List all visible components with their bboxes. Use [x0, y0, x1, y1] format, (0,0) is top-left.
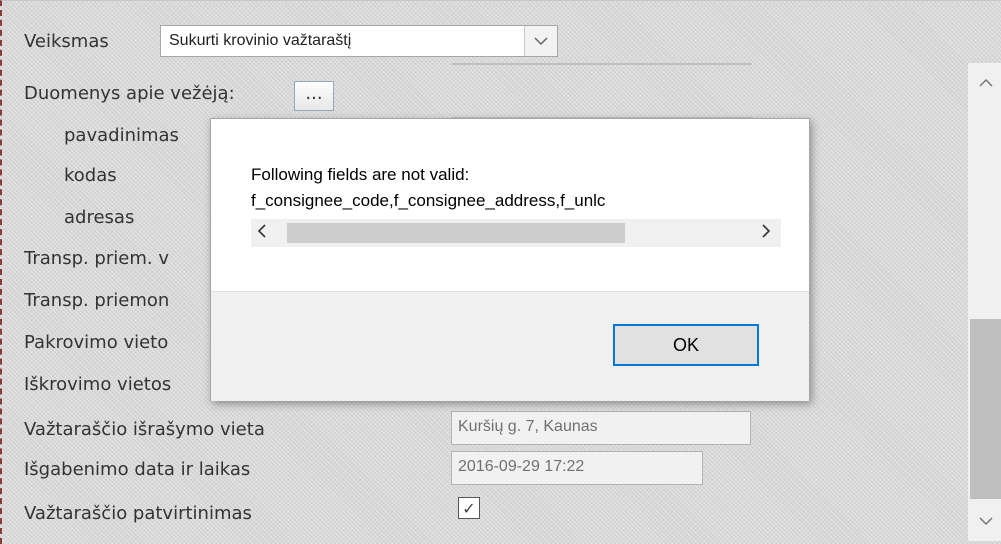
israsymo-field[interactable]: Kuršių g. 7, Kaunas	[451, 411, 751, 445]
isgabenimo-label: Išgabenimo data ir laikas	[24, 459, 251, 480]
patvirtinimas-checkbox[interactable]: ✓	[458, 497, 480, 519]
dialog-message: Following fields are not valid:	[251, 165, 470, 184]
carrier-browse-button[interactable]: ...	[294, 81, 334, 111]
veiksmas-select-value: Sukurti krovinio važtaraštį	[169, 32, 352, 49]
patvirtinimas-label: Važtaraščio patvirtinimas	[24, 503, 252, 524]
transp-priemon-label: Transp. priemon	[24, 290, 170, 311]
isgabenimo-field[interactable]: 2016-09-29 17:22	[451, 451, 703, 485]
carrier-label: Duomenys apie vežėją:	[24, 83, 235, 104]
pakrovimo-label: Pakrovimo vieto	[24, 332, 169, 353]
vertical-scrollbar[interactable]	[968, 63, 1001, 541]
kodas-label: kodas	[64, 165, 117, 186]
iskrovimo-label: Iškrovimo vietos	[24, 374, 172, 395]
chevron-down-icon[interactable]	[524, 26, 557, 56]
dialog-invalid-fields: f_consignee_code,f_consignee_address,f_u…	[251, 191, 606, 210]
ok-button[interactable]: OK	[613, 324, 759, 366]
dialog-footer: OK	[211, 291, 809, 401]
horizontal-scroll-thumb[interactable]	[287, 223, 625, 243]
horizontal-scrollbar[interactable]	[251, 219, 781, 247]
validation-dialog: Following fields are not valid: f_consig…	[210, 118, 810, 401]
veiksmas-select[interactable]: Sukurti krovinio važtaraštį	[160, 25, 558, 57]
chevron-down-icon[interactable]	[968, 501, 1001, 541]
transp-priem-v-label: Transp. priem. v	[24, 248, 169, 269]
dialog-body: Following fields are not valid: f_consig…	[211, 119, 809, 291]
top-field-edge	[452, 63, 752, 65]
pavadinimas-label: pavadinimas	[64, 125, 179, 146]
vertical-scroll-thumb[interactable]	[970, 319, 1001, 499]
chevron-right-icon[interactable]	[761, 223, 771, 242]
veiksmas-label: Veiksmas	[24, 31, 109, 52]
adresas-label: adresas	[64, 207, 135, 228]
chevron-up-icon[interactable]	[968, 63, 1001, 103]
chevron-left-icon[interactable]	[257, 223, 267, 242]
israsymo-label: Važtaraščio išrašymo vieta	[24, 419, 265, 440]
